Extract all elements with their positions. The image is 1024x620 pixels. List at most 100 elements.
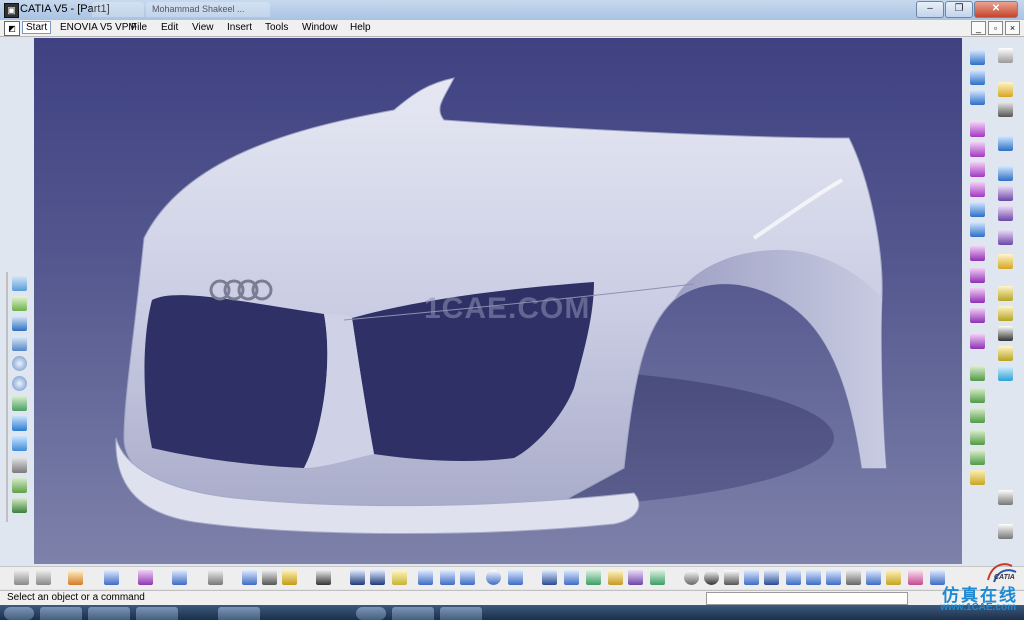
menu-view[interactable]: View: [192, 22, 214, 33]
revolve-icon[interactable]: [970, 142, 985, 157]
repeat-icon[interactable]: [998, 206, 1013, 221]
doc-restore-button[interactable]: ▫: [988, 21, 1003, 35]
sweep-icon[interactable]: [970, 222, 985, 237]
cycle-icon[interactable]: [684, 570, 699, 585]
background-tab[interactable]: Mohammad Shakeel ...: [146, 2, 270, 17]
taskbar-app[interactable]: [440, 607, 482, 620]
menu-edit[interactable]: Edit: [161, 22, 178, 33]
conic-icon[interactable]: [650, 570, 665, 585]
paint-icon[interactable]: [68, 570, 83, 585]
menu-help[interactable]: Help: [350, 22, 371, 33]
point-grid-icon[interactable]: [998, 186, 1013, 201]
formula-icon[interactable]: [908, 570, 923, 585]
normal-view-icon[interactable]: [12, 396, 27, 411]
compass-icon[interactable]: [998, 102, 1013, 117]
corner-icon[interactable]: [564, 570, 579, 585]
define-in-work-object-icon[interactable]: [262, 570, 277, 585]
annotation-icon[interactable]: [998, 490, 1013, 505]
point-tool-icon[interactable]: [350, 570, 365, 585]
menu-insert[interactable]: Insert: [227, 22, 252, 33]
xyz-icon[interactable]: [998, 166, 1013, 181]
menu-file[interactable]: File: [131, 22, 147, 33]
update-icon[interactable]: [14, 570, 29, 585]
multi-view-icon[interactable]: [12, 416, 27, 431]
background-tab[interactable]: [92, 2, 144, 17]
translate-icon[interactable]: [970, 470, 985, 485]
clock-icon[interactable]: [704, 570, 719, 585]
text-icon[interactable]: [104, 570, 119, 585]
minimize-button[interactable]: –: [916, 1, 944, 18]
zoom-in-icon[interactable]: [12, 356, 27, 371]
document-icon[interactable]: ◩: [4, 21, 20, 36]
taskbar-app[interactable]: [356, 607, 386, 620]
circle-icon[interactable]: [486, 570, 501, 585]
connect-curve-icon[interactable]: [586, 570, 601, 585]
fly-mode-icon[interactable]: [12, 276, 27, 291]
grid-icon[interactable]: [542, 570, 557, 585]
sheet-icon[interactable]: [826, 570, 841, 585]
3d-viewport[interactable]: 1CAE.COM: [34, 38, 962, 564]
swap-visible-space-icon[interactable]: [12, 498, 27, 513]
shading-icon[interactable]: [12, 458, 27, 473]
parallel-curve-icon[interactable]: [460, 570, 475, 585]
line-tool-icon[interactable]: [370, 570, 385, 585]
measure-icon[interactable]: [998, 326, 1013, 341]
analysis-icon[interactable]: [998, 306, 1013, 321]
rule-icon[interactable]: [886, 570, 901, 585]
stack-icon[interactable]: [786, 570, 801, 585]
pattern-icon[interactable]: [998, 230, 1013, 245]
box-icon[interactable]: [806, 570, 821, 585]
pan-icon[interactable]: [12, 316, 27, 331]
color-icon[interactable]: [138, 570, 153, 585]
restore-button[interactable]: ❐: [945, 1, 973, 18]
taskbar-app[interactable]: [218, 607, 260, 620]
menu-tools[interactable]: Tools: [265, 22, 288, 33]
start-orb-icon[interactable]: [4, 607, 34, 620]
array-icon[interactable]: [744, 570, 759, 585]
hide-show-icon[interactable]: [12, 478, 27, 493]
menu-start[interactable]: Start: [22, 21, 52, 34]
catia-app-icon[interactable]: ▣: [4, 3, 19, 18]
curvature-icon[interactable]: [998, 366, 1013, 381]
taskbar-app[interactable]: [40, 607, 82, 620]
taskbar-app[interactable]: [136, 607, 178, 620]
doc-minimize-button[interactable]: _: [971, 21, 986, 35]
axis-tool-icon[interactable]: [724, 570, 739, 585]
offset-icon[interactable]: [970, 202, 985, 217]
knowledge-icon[interactable]: [998, 524, 1013, 539]
scan-icon[interactable]: [208, 570, 223, 585]
doc-close-button[interactable]: ×: [1005, 21, 1020, 35]
edge-fillet-icon[interactable]: [970, 450, 985, 465]
publication-icon[interactable]: [282, 570, 297, 585]
hide-icon[interactable]: [36, 570, 51, 585]
fit-all-icon[interactable]: [12, 296, 27, 311]
point-icon[interactable]: [970, 50, 985, 65]
capture-icon[interactable]: [316, 570, 331, 585]
isometric-view-icon[interactable]: [12, 436, 27, 451]
trim-icon[interactable]: [970, 388, 985, 403]
taskbar-app[interactable]: [88, 607, 130, 620]
join-icon[interactable]: [970, 308, 985, 323]
helix-icon[interactable]: [608, 570, 623, 585]
wireframe-icon[interactable]: [998, 48, 1013, 63]
axis-system-icon[interactable]: [998, 136, 1013, 151]
constraint-icon[interactable]: [998, 286, 1013, 301]
table-icon[interactable]: [764, 570, 779, 585]
select-arrow-icon[interactable]: [998, 82, 1013, 97]
multi-section-surface-icon[interactable]: [970, 268, 985, 283]
spiral-icon[interactable]: [628, 570, 643, 585]
rotate-icon[interactable]: [12, 336, 27, 351]
sphere-icon[interactable]: [970, 162, 985, 177]
menu-enovia[interactable]: ENOVIA V5 VPM: [60, 22, 137, 33]
intersection-icon[interactable]: [440, 570, 455, 585]
zoom-out-icon[interactable]: [12, 376, 27, 391]
reorder-icon[interactable]: [242, 570, 257, 585]
taskbar-app[interactable]: [392, 607, 434, 620]
plane-tool-icon[interactable]: [392, 570, 407, 585]
cylinder-icon[interactable]: [970, 182, 985, 197]
menu-window[interactable]: Window: [302, 22, 338, 33]
fill-icon[interactable]: [970, 246, 985, 261]
close-button[interactable]: ✕: [974, 1, 1018, 18]
split-icon[interactable]: [970, 366, 985, 381]
extract-icon[interactable]: [970, 430, 985, 445]
